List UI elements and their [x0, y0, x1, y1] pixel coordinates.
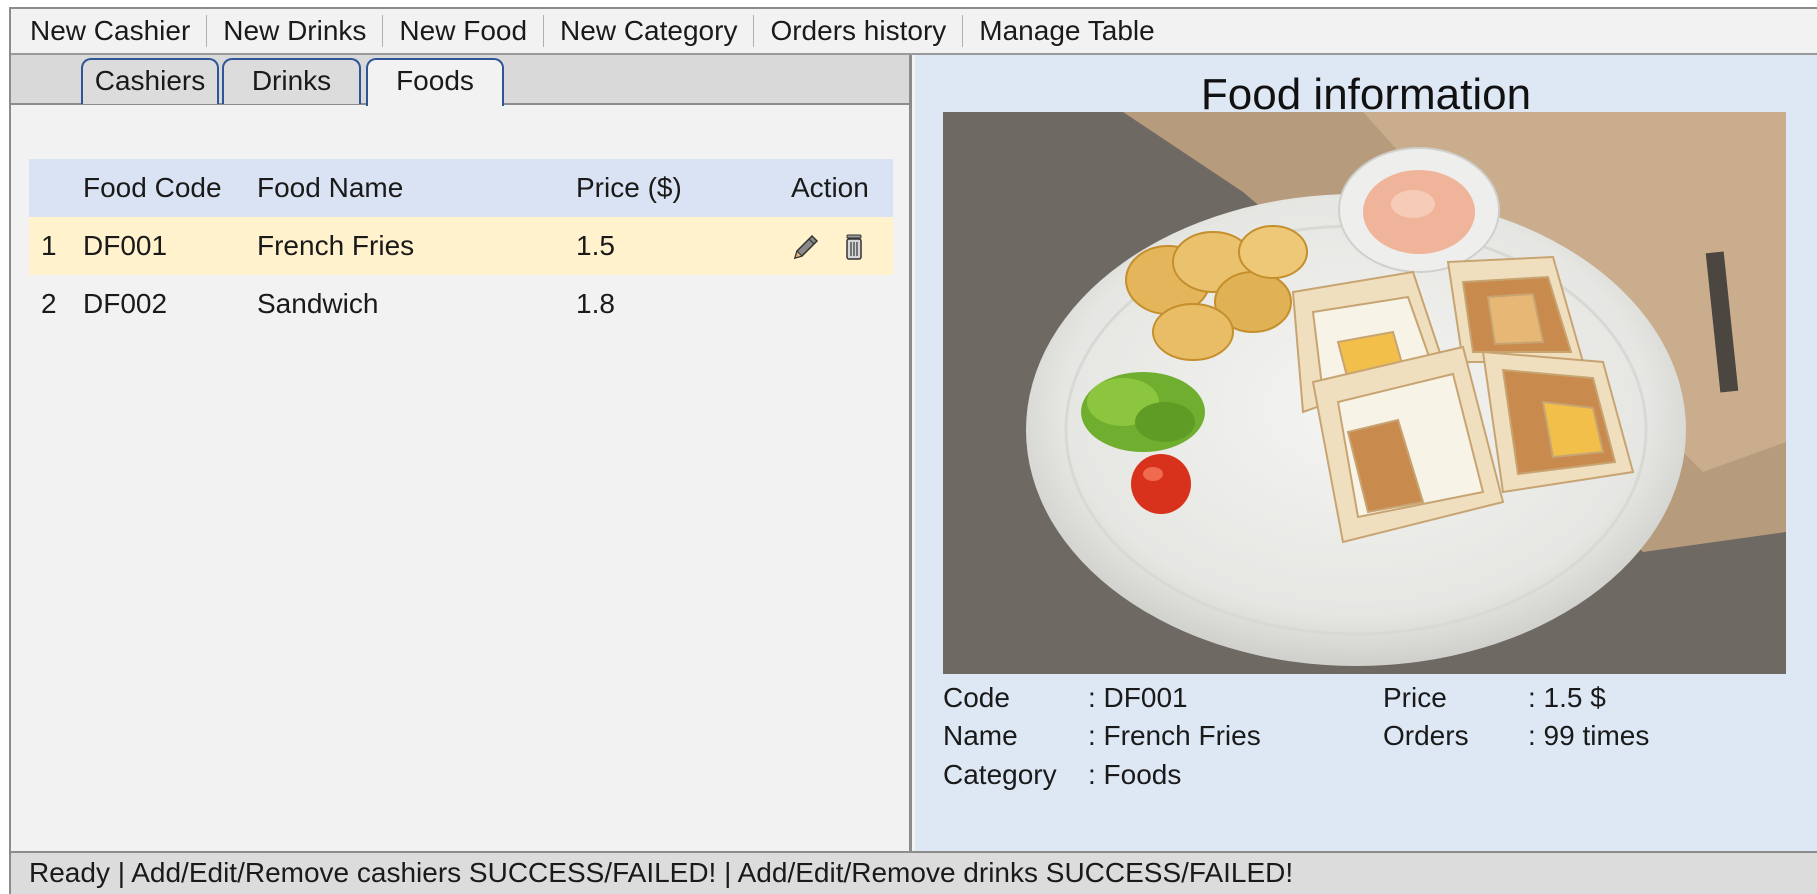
- pencil-icon[interactable]: [791, 232, 821, 262]
- code-value: : DF001: [1088, 682, 1188, 713]
- table-header-row: Food Code Food Name Price ($) Action: [29, 159, 893, 217]
- menu-new-drinks[interactable]: New Drinks: [207, 15, 384, 47]
- price-value: : 1.5 $: [1528, 682, 1606, 713]
- row-food-code: DF002: [83, 288, 168, 319]
- menu-new-category[interactable]: New Category: [544, 15, 755, 47]
- foods-table: Food Code Food Name Price ($) Action 1 D…: [29, 159, 893, 333]
- menu-bar: New Cashier New Drinks New Food New Cate…: [11, 9, 1817, 55]
- table-row[interactable]: 1 DF001 French Fries 1.5: [29, 217, 893, 275]
- category-value: : Foods: [1088, 759, 1182, 790]
- category-label: Category: [943, 759, 1057, 790]
- header-food-name[interactable]: Food Name: [257, 159, 403, 217]
- menu-new-cashier[interactable]: New Cashier: [11, 15, 208, 47]
- status-bar: Ready | Add/Edit/Remove cashiers SUCCESS…: [11, 851, 1817, 894]
- row-food-name: Sandwich: [257, 288, 379, 319]
- food-photo: [943, 112, 1786, 674]
- row-price: 1.5: [576, 230, 615, 261]
- table-row[interactable]: 2 DF002 Sandwich 1.8: [29, 275, 893, 333]
- menu-orders-history[interactable]: Orders history: [754, 15, 964, 47]
- row-food-code: DF001: [83, 230, 168, 261]
- tab-drinks[interactable]: Drinks: [222, 58, 361, 104]
- row-index: 2: [41, 288, 57, 319]
- orders-label: Orders: [1383, 720, 1469, 751]
- price-label: Price: [1383, 682, 1447, 713]
- header-action: Action: [791, 172, 869, 203]
- list-panel: Cashiers Drinks Foods Food Code Food Nam…: [11, 55, 912, 851]
- row-food-name: French Fries: [257, 230, 415, 261]
- header-price[interactable]: Price ($): [576, 159, 682, 217]
- tab-foods[interactable]: Foods: [366, 58, 504, 106]
- orders-value: : 99 times: [1528, 720, 1650, 751]
- tab-strip: Cashiers Drinks Foods: [11, 55, 909, 106]
- trash-icon[interactable]: [839, 232, 869, 262]
- menu-manage-table[interactable]: Manage Table: [963, 15, 1170, 47]
- name-value: : French Fries: [1088, 720, 1261, 751]
- tab-cashiers[interactable]: Cashiers: [81, 58, 219, 104]
- row-index: 1: [41, 230, 57, 261]
- row-price: 1.8: [576, 288, 615, 319]
- menu-new-food[interactable]: New Food: [383, 15, 545, 47]
- name-label: Name: [943, 720, 1018, 751]
- header-food-code[interactable]: Food Code: [83, 159, 222, 217]
- details-panel: Food information Code: DF001 Name: Fre…: [915, 55, 1817, 851]
- code-label: Code: [943, 682, 1010, 713]
